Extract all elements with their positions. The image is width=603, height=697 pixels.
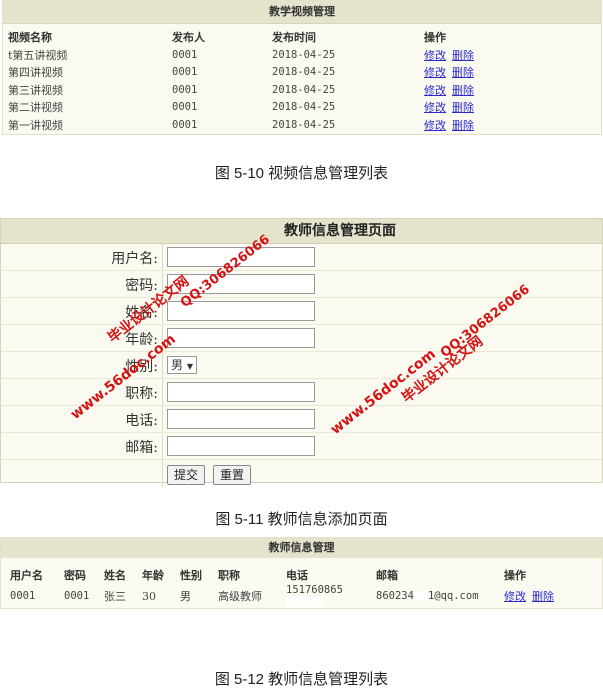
redaction-mask xyxy=(413,591,428,601)
gender-select[interactable]: 男 ▼ xyxy=(167,356,197,374)
edit-link[interactable]: 修改 xyxy=(424,84,446,97)
column-header-publisher: 发布人 xyxy=(172,31,205,44)
age-cell: 30 xyxy=(142,589,156,603)
column-divider xyxy=(162,406,163,433)
form-title: 教师信息管理页面 xyxy=(1,219,602,244)
video-table: 视频名称 发布人 发布时间 操作 t第五讲视频 0001 2018-04-25 … xyxy=(3,28,480,134)
column-header-publish-time: 发布时间 xyxy=(272,31,316,44)
title-input[interactable] xyxy=(167,382,315,402)
gender-value: 男 xyxy=(171,358,184,372)
publish-date: 2018-04-25 xyxy=(272,83,336,96)
publish-date: 2018-04-25 xyxy=(272,66,336,79)
age-input[interactable] xyxy=(167,328,315,348)
figure-caption: 图 5-12 教师信息管理列表 xyxy=(214,671,389,688)
password-label: 密码: xyxy=(125,278,158,294)
submit-button[interactable]: 提交 xyxy=(167,465,206,485)
form-row-age: 年龄: xyxy=(1,325,602,352)
edit-link[interactable]: 修改 xyxy=(424,119,446,132)
table-row: 第一讲视频 0001 2018-04-25 修改 删除 xyxy=(3,116,480,134)
publisher: 0001 xyxy=(172,83,198,96)
publisher: 0001 xyxy=(172,101,198,114)
column-divider xyxy=(162,379,163,406)
table-header-row: 视频名称 发布人 发布时间 操作 xyxy=(3,28,480,46)
email-input[interactable] xyxy=(167,436,315,456)
delete-link[interactable]: 删除 xyxy=(452,101,474,114)
delete-link[interactable]: 删除 xyxy=(532,590,554,603)
delete-link[interactable]: 删除 xyxy=(452,119,474,132)
title-cell: 高级教师 xyxy=(218,590,262,603)
video-name: t第五讲视频 xyxy=(8,48,68,62)
form-row-email: 邮箱: xyxy=(1,433,602,460)
edit-link[interactable]: 修改 xyxy=(504,590,526,603)
delete-link[interactable]: 删除 xyxy=(452,66,474,79)
form-row-actions: 提交 重置 xyxy=(1,460,602,487)
email-visible-end: 1@qq.com xyxy=(427,590,479,602)
phone-visible: 151760865 xyxy=(286,584,343,596)
publisher: 0001 xyxy=(172,48,198,61)
column-header-age: 年龄 xyxy=(142,569,164,582)
teacher-list-title: 教师信息管理 xyxy=(1,538,602,558)
column-header-title: 职称 xyxy=(218,569,240,582)
gender-cell: 男 xyxy=(180,590,191,603)
form-row-gender: 性别: 男 ▼ xyxy=(1,352,602,379)
video-name: 第三讲视频 xyxy=(8,83,63,97)
video-management-panel: 教学视频管理 视频名称 发布人 发布时间 操作 t第五讲视频 0001 2018… xyxy=(2,0,602,135)
column-header-gender: 性别 xyxy=(180,569,202,582)
column-header-video-name: 视频名称 xyxy=(8,31,52,44)
chevron-down-icon: ▼ xyxy=(186,362,193,371)
publish-date: 2018-04-25 xyxy=(272,101,336,114)
column-divider xyxy=(162,460,163,487)
username-label: 用户名: xyxy=(111,251,158,267)
teacher-table: 用户名 密码 姓名 年龄 性别 职称 电话 邮箱 操作 0001 0001 张三… xyxy=(1,566,560,608)
column-header-password: 密码 xyxy=(64,569,86,582)
column-header-actions: 操作 xyxy=(424,31,446,44)
publisher: 0001 xyxy=(172,118,198,131)
delete-link[interactable]: 删除 xyxy=(452,49,474,62)
phone-cell: 151760865 xyxy=(286,584,376,608)
column-header-email: 邮箱 xyxy=(376,569,398,582)
column-divider xyxy=(162,433,163,460)
form-row-username: 用户名: xyxy=(1,244,602,271)
redaction-mask xyxy=(286,597,324,607)
teacher-form-panel: 教师信息管理页面 用户名: 密码: 姓名: 年龄: 性别: 男 ▼ 职称: 电话… xyxy=(0,218,603,487)
teacher-list-panel: 教师信息管理 用户名 密码 姓名 年龄 性别 职称 电话 邮箱 操作 0001 … xyxy=(0,537,603,609)
password-cell: 0001 xyxy=(64,590,90,602)
table-row: 第三讲视频 0001 2018-04-25 修改 删除 xyxy=(3,81,480,99)
edit-link[interactable]: 修改 xyxy=(424,66,446,79)
name-cell: 张三 xyxy=(104,590,126,603)
column-header-name: 姓名 xyxy=(104,569,126,582)
table-row: t第五讲视频 0001 2018-04-25 修改 删除 xyxy=(3,46,480,64)
column-header-phone: 电话 xyxy=(286,569,308,582)
column-header-actions: 操作 xyxy=(504,569,526,582)
publish-date: 2018-04-25 xyxy=(272,48,336,61)
column-divider xyxy=(162,244,163,271)
publisher: 0001 xyxy=(172,66,198,79)
video-name: 第二讲视频 xyxy=(8,101,63,115)
video-panel-title: 教学视频管理 xyxy=(3,1,601,24)
column-header-username: 用户名 xyxy=(10,569,43,582)
table-row: 第四讲视频 0001 2018-04-25 修改 删除 xyxy=(3,64,480,82)
email-label: 邮箱: xyxy=(125,440,158,456)
figure-caption: 图 5-10 视频信息管理列表 xyxy=(214,165,389,182)
video-name: 第一讲视频 xyxy=(8,118,63,132)
edit-link[interactable]: 修改 xyxy=(424,49,446,62)
reset-button[interactable]: 重置 xyxy=(213,465,252,485)
video-name: 第四讲视频 xyxy=(8,66,63,80)
table-header-row: 用户名 密码 姓名 年龄 性别 职称 电话 邮箱 操作 xyxy=(1,566,560,584)
table-row: 第二讲视频 0001 2018-04-25 修改 删除 xyxy=(3,99,480,117)
edit-link[interactable]: 修改 xyxy=(424,101,446,114)
table-row: 0001 0001 张三 30 男 高级教师 151760865 860234 1… xyxy=(1,584,560,608)
delete-link[interactable]: 删除 xyxy=(452,84,474,97)
publish-date: 2018-04-25 xyxy=(272,118,336,131)
phone-input[interactable] xyxy=(167,409,315,429)
email-cell: 860234 1@qq.com xyxy=(376,584,504,608)
email-visible-start: 860234 xyxy=(376,590,414,602)
figure-caption: 图 5-11 教师信息添加页面 xyxy=(215,511,388,528)
username-cell: 0001 xyxy=(10,590,36,602)
